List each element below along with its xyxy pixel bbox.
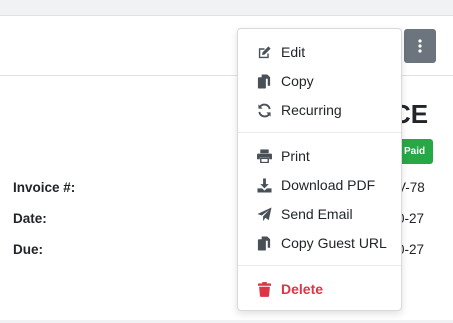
menu-item-recurring[interactable]: Recurring [238,96,401,124]
copy-icon [256,73,272,89]
menu-item-copy[interactable]: Copy [238,67,401,95]
menu-item-label: Edit [281,44,306,60]
menu-item-label: Copy [281,73,314,89]
sync-icon [256,102,272,118]
menu-item-download-pdf[interactable]: Download PDF [238,171,401,199]
trash-icon [256,281,272,297]
edit-icon [256,44,272,60]
menu-item-copy-guest-url[interactable]: Copy Guest URL [238,229,401,257]
actions-dropdown-menu: Edit Copy Recurring Print Download PDF S… [237,28,402,311]
invoice-number-label: Invoice #: [13,180,76,195]
menu-item-send-email[interactable]: Send Email [238,200,401,228]
menu-item-label: Print [281,148,310,164]
menu-item-label: Copy Guest URL [281,235,387,251]
menu-item-label: Download PDF [281,177,376,193]
menu-item-label: Recurring [281,102,342,118]
copy-icon [256,235,272,251]
more-actions-button[interactable] [404,29,436,63]
menu-item-label: Delete [281,281,324,297]
due-label: Due: [13,242,43,257]
menu-divider [238,265,401,266]
menu-item-delete[interactable]: Delete [238,275,401,303]
menu-item-edit[interactable]: Edit [238,38,401,66]
menu-divider [238,132,401,133]
menu-item-print[interactable]: Print [238,142,401,170]
top-strip [0,0,453,15]
vertical-ellipsis-icon [418,39,422,53]
print-icon [256,148,272,164]
paper-plane-icon [256,206,272,222]
date-label: Date: [13,211,47,226]
download-icon [256,177,272,193]
menu-item-label: Send Email [281,206,353,222]
